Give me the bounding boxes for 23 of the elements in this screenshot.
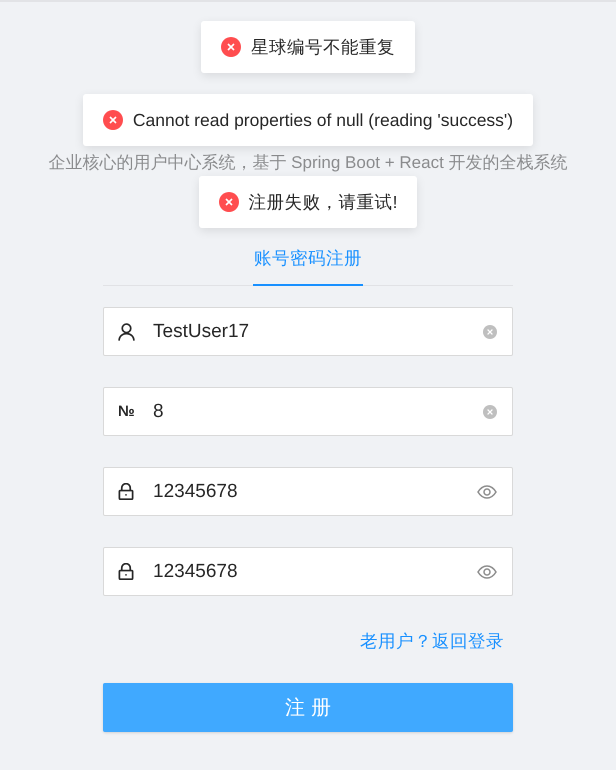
clear-icon[interactable] (483, 324, 497, 338)
lock-icon (118, 483, 134, 500)
error-icon (221, 37, 241, 57)
toast-message: 注册失败，请重试! (248, 191, 398, 214)
error-icon (218, 192, 239, 212)
field-value: 12345678 (153, 480, 239, 504)
eye-icon[interactable] (477, 484, 497, 498)
subtitle-text: 企业核心的用户中心系统，基于 Spring Boot + React 开发的全栈系统 (48, 153, 568, 173)
toast-message: 星球编号不能重复 (251, 36, 395, 59)
toast-message: Cannot read properties of null (reading 'success') (132, 109, 514, 132)
number-sign-icon: № (118, 402, 135, 422)
field-value: 8 (153, 400, 165, 424)
field-value: TestUser17 (153, 320, 250, 344)
user-icon (118, 322, 135, 340)
error-icon (102, 110, 123, 130)
clear-icon[interactable] (483, 404, 497, 418)
number-field[interactable]: № 8 (103, 387, 513, 436)
lock-icon (118, 563, 134, 580)
eye-icon[interactable] (477, 564, 497, 578)
password-field[interactable]: 12345678 (103, 547, 513, 596)
field-value: 12345678 (153, 560, 239, 584)
username-field[interactable]: TestUser17 (103, 307, 513, 356)
password-field[interactable]: 12345678 (103, 467, 513, 516)
